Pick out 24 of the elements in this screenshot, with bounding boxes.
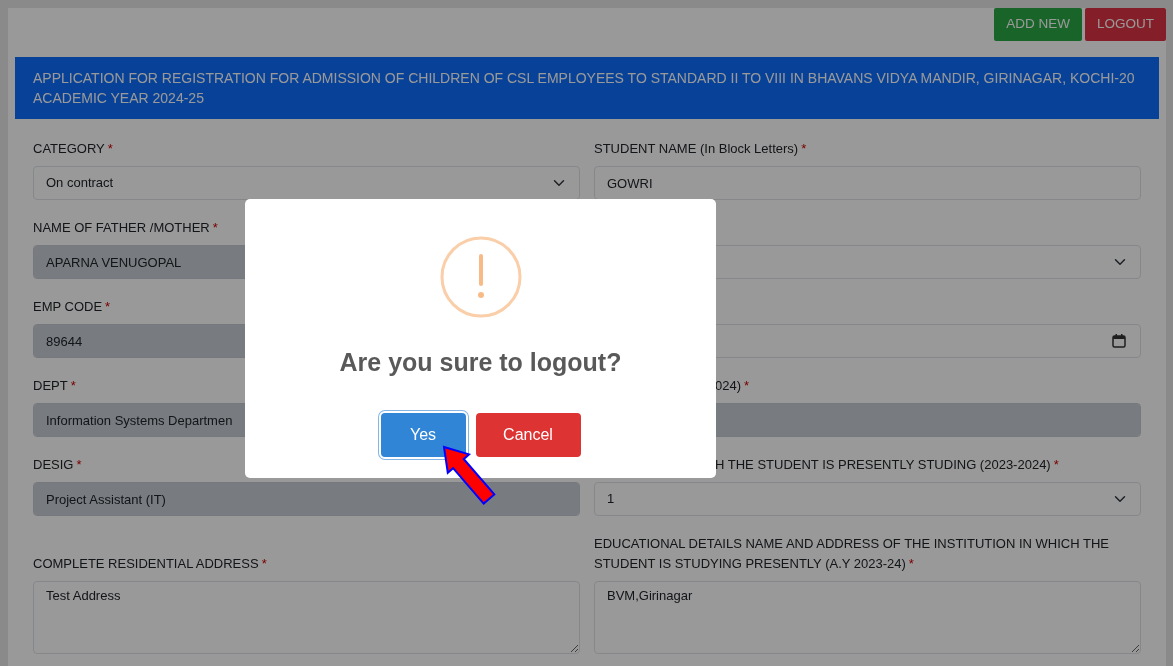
field-label: COMPLETE RESIDENTIAL ADDRESS * bbox=[33, 555, 268, 573]
field-label: EDUCATIONAL DETAILS NAME AND ADDRESS OF THE INSTITUTION IN WHICH THE STUDENT IS STUDYING PRESENTLY (A.Y 2023-24) * bbox=[594, 535, 1110, 573]
input-field[interactable]: GOWRI bbox=[594, 166, 1141, 200]
field-label: CATEGORY * bbox=[33, 140, 114, 158]
select-field[interactable]: On contract bbox=[33, 166, 580, 200]
field-label: NAME OF FATHER /MOTHER * bbox=[33, 219, 219, 237]
banner-title: APPLICATION FOR REGISTRATION FOR ADMISSION OF CHILDREN OF CSL EMPLOYEES TO STANDARD II TO VIII IN BHAVANS VIDYA MANDIR, GIRINAGAR, KOCHI-20 bbox=[33, 69, 1136, 88]
pointer-arrow bbox=[442, 445, 496, 505]
field-label: EMP CODE * bbox=[33, 298, 112, 316]
warning-icon bbox=[439, 236, 522, 318]
field-label: STUDENT NAME (In Block Letters) * bbox=[594, 140, 808, 158]
banner-title: ACADEMIC YEAR 2024-25 bbox=[33, 89, 205, 108]
cancel-button[interactable]: Cancel bbox=[475, 413, 581, 457]
logout-button[interactable]: LOGOUT bbox=[1085, 8, 1166, 41]
field-label: H THE STUDENT IS PRESENTLY STUDING (2023-2024) * bbox=[714, 456, 1060, 474]
field-label: 024) * bbox=[714, 377, 751, 395]
field-label: DESIG * bbox=[33, 456, 83, 474]
select-field[interactable]: 1 bbox=[594, 482, 1141, 516]
yes-button[interactable]: Yes bbox=[380, 413, 466, 457]
calendar-icon[interactable] bbox=[1112, 334, 1126, 348]
dialog-title: Are you sure to logout? bbox=[338, 347, 623, 378]
textarea-field[interactable]: Test Address bbox=[33, 581, 580, 654]
field-label: DEPT * bbox=[33, 377, 77, 395]
textarea-field[interactable]: BVM,Girinagar bbox=[594, 581, 1141, 654]
